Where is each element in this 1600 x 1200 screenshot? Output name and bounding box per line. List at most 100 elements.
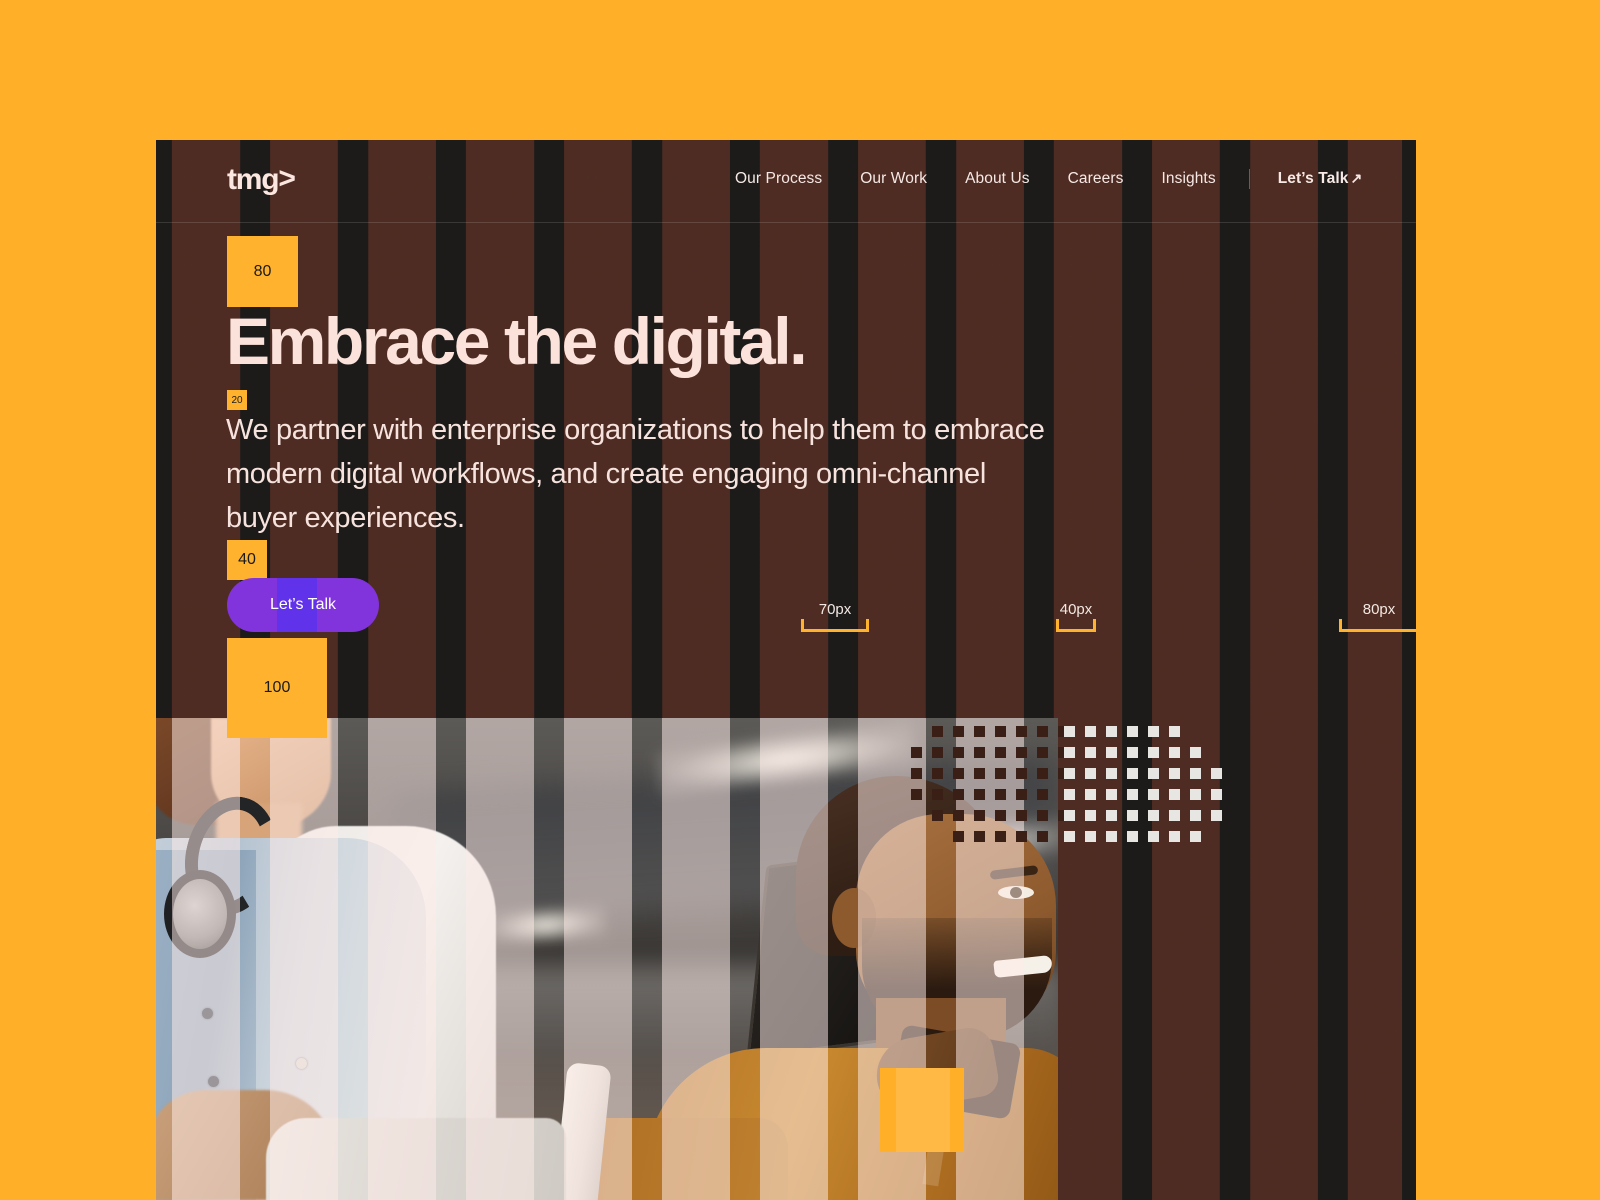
dot bbox=[1211, 810, 1222, 821]
dot bbox=[1016, 768, 1027, 779]
measurement-cap-right bbox=[866, 619, 869, 632]
dot bbox=[1016, 747, 1027, 758]
dot bbox=[1127, 768, 1138, 779]
dot bbox=[1169, 726, 1180, 737]
dot bbox=[932, 747, 943, 758]
measurement-40px: 40px bbox=[1056, 592, 1096, 632]
dot bbox=[1127, 747, 1138, 758]
dot bbox=[1211, 768, 1222, 779]
dot bbox=[1211, 789, 1222, 800]
dot bbox=[1106, 789, 1117, 800]
measurement-40px-label: 40px bbox=[1059, 601, 1093, 618]
logo[interactable]: tmg> bbox=[227, 162, 296, 196]
dot bbox=[1169, 768, 1180, 779]
dot bbox=[1148, 831, 1159, 842]
dot bbox=[1127, 789, 1138, 800]
nav-item-our-process[interactable]: Our Process bbox=[716, 170, 841, 188]
dot bbox=[1148, 810, 1159, 821]
design-card: tmg> Our Process Our Work About Us Caree… bbox=[156, 140, 1416, 1200]
dot bbox=[932, 768, 943, 779]
dot bbox=[1190, 747, 1201, 758]
page-title: Embrace the digital. bbox=[226, 304, 808, 378]
spacing-chip-40: 40 bbox=[227, 540, 267, 580]
spacing-chip-80: 80 bbox=[227, 236, 298, 307]
dot bbox=[974, 726, 985, 737]
dot bbox=[1016, 789, 1027, 800]
measurement-cap-right bbox=[1093, 619, 1096, 632]
dot bbox=[1106, 768, 1117, 779]
dot bbox=[953, 789, 964, 800]
spacing-chip-100: 100 bbox=[227, 638, 327, 738]
dot bbox=[974, 789, 985, 800]
measurement-80px-label: 80px bbox=[1362, 601, 1396, 618]
nav-lets-talk-link[interactable]: Let’s Talk ↗ bbox=[1264, 170, 1382, 188]
nav-item-careers[interactable]: Careers bbox=[1049, 170, 1143, 188]
dot bbox=[932, 726, 943, 737]
spacing-chip-20: 20 bbox=[227, 390, 247, 410]
nav-item-insights[interactable]: Insights bbox=[1142, 170, 1234, 188]
measurement-70px-label: 70px bbox=[818, 601, 852, 618]
dot bbox=[974, 747, 985, 758]
dot bbox=[995, 747, 1006, 758]
dot bbox=[1106, 747, 1117, 758]
dot bbox=[1064, 810, 1075, 821]
nav-item-about-us[interactable]: About Us bbox=[946, 170, 1049, 188]
dot bbox=[995, 810, 1006, 821]
dot bbox=[1085, 726, 1096, 737]
dot bbox=[995, 831, 1006, 842]
accent-square-stripe-overlay bbox=[880, 1068, 964, 1152]
dot bbox=[932, 810, 943, 821]
dot bbox=[1037, 768, 1048, 779]
dot bbox=[953, 810, 964, 821]
dot bbox=[1127, 831, 1138, 842]
dot bbox=[1037, 810, 1048, 821]
dot bbox=[1169, 810, 1180, 821]
nav-item-our-work[interactable]: Our Work bbox=[841, 170, 946, 188]
dot bbox=[1064, 831, 1075, 842]
arrow-up-right-icon: ↗ bbox=[1350, 170, 1363, 186]
dot bbox=[995, 726, 1006, 737]
dot bbox=[1016, 726, 1027, 737]
dot bbox=[953, 768, 964, 779]
dot bbox=[1085, 810, 1096, 821]
dot bbox=[1106, 831, 1117, 842]
dot bbox=[1106, 726, 1117, 737]
dot bbox=[995, 768, 1006, 779]
dot bbox=[1037, 747, 1048, 758]
measurement-bar bbox=[801, 629, 869, 632]
dot bbox=[1064, 768, 1075, 779]
logo-text: tmg bbox=[227, 163, 280, 196]
dot bbox=[1127, 726, 1138, 737]
dot-grid-light bbox=[1064, 726, 1232, 852]
hero-subcopy: We partner with enterprise organizations… bbox=[226, 414, 1045, 534]
dot bbox=[1016, 810, 1027, 821]
dot bbox=[1064, 789, 1075, 800]
lets-talk-button-label: Let’s Talk bbox=[269, 596, 337, 613]
dot bbox=[1169, 831, 1180, 842]
dot bbox=[932, 789, 943, 800]
dot bbox=[995, 789, 1006, 800]
dot bbox=[1037, 789, 1048, 800]
lets-talk-button[interactable]: Let’s Talk bbox=[227, 578, 379, 632]
dot bbox=[911, 768, 922, 779]
dot bbox=[1190, 789, 1201, 800]
dot bbox=[1148, 789, 1159, 800]
dot bbox=[953, 831, 964, 842]
dot bbox=[1085, 747, 1096, 758]
dot bbox=[1148, 726, 1159, 737]
logo-chevron-icon: > bbox=[278, 162, 296, 195]
dot bbox=[1106, 810, 1117, 821]
dot bbox=[1085, 789, 1096, 800]
nav-lets-talk-label: Let’s Talk bbox=[1277, 170, 1349, 187]
dot bbox=[911, 789, 922, 800]
dot bbox=[1148, 747, 1159, 758]
dot bbox=[974, 810, 985, 821]
dot bbox=[1190, 831, 1201, 842]
dot bbox=[1148, 768, 1159, 779]
dot bbox=[1169, 747, 1180, 758]
site-header: tmg> Our Process Our Work About Us Caree… bbox=[156, 140, 1416, 222]
measurement-bar bbox=[1056, 629, 1096, 632]
dot bbox=[974, 768, 985, 779]
dot bbox=[1127, 810, 1138, 821]
dot bbox=[1085, 831, 1096, 842]
